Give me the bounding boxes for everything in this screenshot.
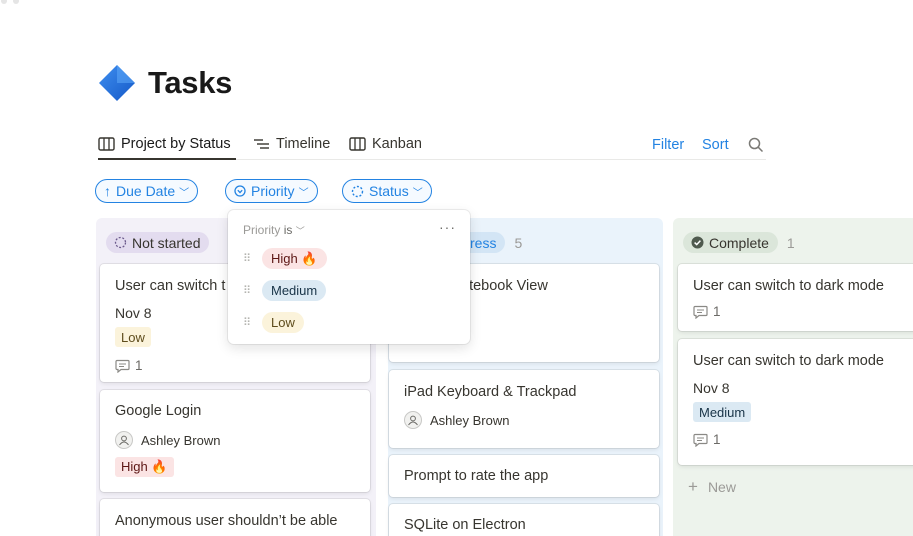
column-count: 1: [786, 234, 795, 251]
new-card-button[interactable]: + New: [688, 477, 736, 497]
column-header: Complete 1: [683, 232, 795, 253]
task-card[interactable]: SQLite on Electron: [389, 504, 659, 536]
task-card[interactable]: Anonymous user shouldn’t be able: [100, 499, 370, 536]
status-tag: Complete: [683, 232, 778, 253]
board-icon: [98, 137, 115, 151]
assignee: Ashley Brown: [115, 431, 220, 449]
filter-label: Priority: [251, 183, 295, 199]
chevron-down-icon: ﹀: [298, 187, 309, 199]
comment-count-value: 1: [135, 358, 143, 373]
option-pill: Medium: [262, 280, 327, 301]
status-icon: [351, 185, 364, 197]
option-pill: Low: [262, 312, 304, 333]
more-options-icon[interactable]: ···: [439, 219, 456, 235]
card-title: otebook View: [461, 278, 548, 294]
drag-handle-icon[interactable]: ⠿: [243, 284, 253, 297]
task-card[interactable]: Google Login Ashley Brown High 🔥: [100, 390, 370, 492]
card-title: User can switch to dark mode: [693, 353, 884, 369]
filter-label: Status: [369, 183, 409, 199]
comment-count: 1: [693, 432, 721, 447]
priority-filter[interactable]: Priority ﹀: [225, 179, 318, 203]
status-label: Complete: [709, 234, 769, 251]
drag-handle-icon[interactable]: ⠿: [243, 252, 253, 265]
active-tab-underline: [98, 158, 236, 160]
due-date-filter[interactable]: ↑ Due Date ﹀: [95, 179, 199, 203]
comment-count-value: 1: [713, 304, 721, 319]
option-pill: High 🔥: [262, 248, 327, 269]
status-label: ress: [470, 234, 497, 251]
chevron-down-icon: ﹀: [295, 226, 305, 236]
priority-option-low[interactable]: ⠿ Low: [243, 312, 304, 333]
card-title: iPad Keyboard & Trackpad: [404, 384, 577, 400]
assignee-name: Ashley Brown: [141, 432, 221, 448]
page-title: Tasks: [148, 65, 233, 100]
priority-tag: High 🔥: [115, 457, 174, 477]
board-icon: [349, 137, 366, 151]
task-card[interactable]: iPad Keyboard & Trackpad Ashley Brown: [389, 370, 659, 448]
popover-operator: is: [283, 223, 293, 237]
person-icon: [119, 435, 129, 446]
arrow-up-icon: ↑: [104, 183, 111, 199]
view-tabs-bar: Project by Status Timeline Kanban Filter…: [98, 134, 766, 160]
chevron-down-icon: ﹀: [412, 187, 423, 199]
card-title: Google Login: [115, 403, 202, 419]
new-label: New: [707, 479, 736, 495]
comment-count: 1: [115, 358, 143, 373]
comment-icon: [693, 433, 708, 447]
timeline-icon: [254, 139, 269, 149]
priority-filter-popover: Priority is ﹀ ··· ⠿ High 🔥 ⠿ Medium ⠿ Lo…: [228, 210, 470, 344]
priority-icon: [234, 185, 246, 197]
priority-option-high[interactable]: ⠿ High 🔥: [243, 248, 327, 269]
search-icon[interactable]: [748, 137, 764, 153]
tab-label: Project by Status: [121, 136, 231, 152]
not-started-icon: [114, 236, 127, 249]
blue-diamond-icon: [99, 65, 135, 101]
card-title: Prompt to rate the app: [404, 468, 549, 484]
status-filter[interactable]: Status ﹀: [342, 179, 432, 203]
filter-label: Due Date: [116, 183, 176, 199]
page-header: Tasks: [98, 64, 232, 102]
priority-tag: Medium: [693, 402, 752, 422]
popover-header[interactable]: Priority is ﹀: [243, 223, 305, 237]
column-count: 5: [514, 234, 523, 251]
priority-option-medium[interactable]: ⠿ Medium: [243, 280, 327, 301]
card-title: Anonymous user shouldn’t be able: [115, 513, 338, 529]
status-tag: Not started: [106, 232, 210, 253]
comment-icon: [115, 359, 130, 373]
card-title: User can switch t: [115, 278, 226, 294]
tab-project-by-status[interactable]: Project by Status: [98, 136, 231, 152]
tab-label: Timeline: [276, 136, 331, 152]
tab-timeline[interactable]: Timeline: [253, 136, 330, 152]
task-card[interactable]: User can switch to dark mode 1: [678, 264, 913, 331]
drag-handle-icon[interactable]: ⠿: [243, 316, 253, 329]
card-date: Nov 8: [115, 305, 152, 321]
assignee-name: Ashley Brown: [430, 412, 510, 428]
card-date: Nov 8: [693, 380, 730, 396]
chevron-down-icon: ﹀: [179, 187, 190, 199]
plus-icon: +: [688, 477, 698, 496]
assignee: Ashley Brown: [404, 411, 509, 429]
card-title: SQLite on Electron: [404, 517, 526, 533]
window-corner-dots: [1, 0, 19, 4]
priority-tag: Low: [115, 327, 151, 347]
check-circle-icon: [691, 236, 704, 249]
popover-property: Priority: [243, 223, 281, 237]
column-header: Not started: [106, 232, 210, 253]
avatar: [404, 411, 422, 429]
tab-kanban[interactable]: Kanban: [349, 136, 422, 152]
comment-count-value: 1: [713, 432, 721, 447]
tab-label: Kanban: [372, 136, 422, 152]
comment-count: 1: [693, 304, 721, 319]
comment-icon: [693, 305, 708, 319]
status-label: Not started: [132, 234, 201, 251]
task-card[interactable]: Prompt to rate the app: [389, 455, 659, 497]
avatar: [115, 431, 133, 449]
filter-button[interactable]: Filter: [652, 137, 684, 153]
person-icon: [408, 415, 418, 426]
card-title: User can switch to dark mode: [693, 278, 884, 294]
sort-button[interactable]: Sort: [702, 137, 729, 153]
task-card[interactable]: User can switch to dark mode Nov 8 Mediu…: [678, 339, 913, 465]
